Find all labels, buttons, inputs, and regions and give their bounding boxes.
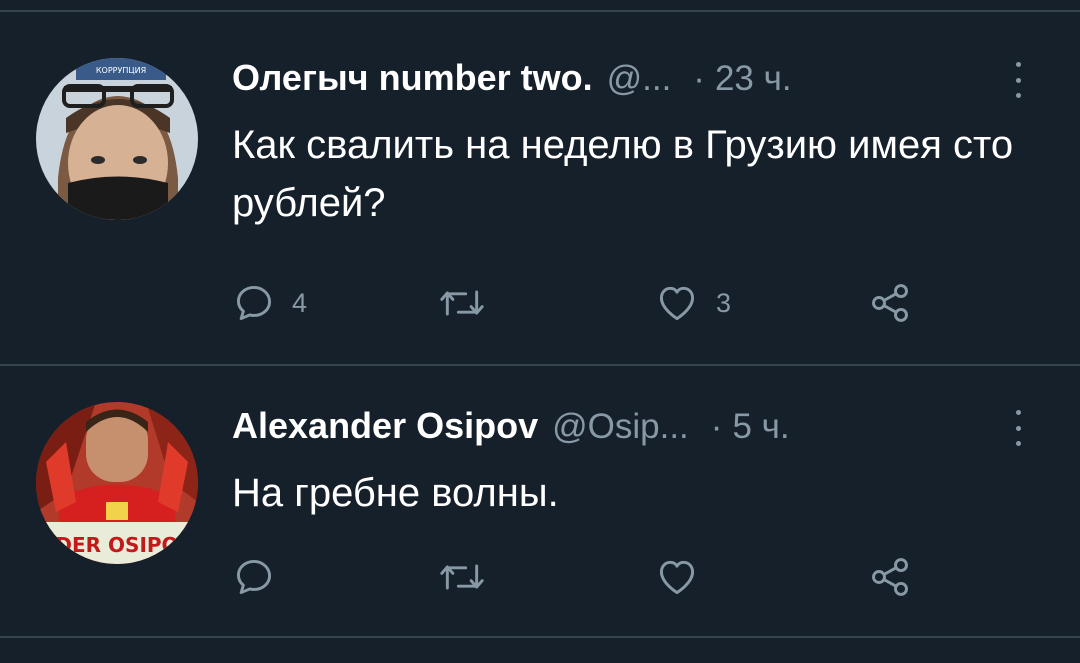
tweet-header: Alexander Osipov @Osip... · 5 ч.: [232, 404, 790, 449]
separator-dot: ·: [693, 59, 705, 98]
tweet-actions: [232, 552, 932, 602]
reply-button[interactable]: 4: [232, 278, 307, 328]
tweet-1[interactable]: КОРРУПЦИЯ Олегыч number two. @... · 23 ч…: [0, 12, 1080, 364]
heart-icon: [659, 560, 695, 595]
tweet-2[interactable]: DER OSIPO Alexander Osipov @Osip... · 5 …: [0, 366, 1080, 636]
reply-count: 4: [292, 287, 308, 318]
share-button[interactable]: [868, 552, 912, 602]
tweet-header: Олегыч number two. @... · 23 ч.: [232, 56, 792, 101]
tweet-time[interactable]: 23 ч.: [715, 57, 792, 101]
share-icon: [872, 284, 908, 322]
heart-icon: [659, 286, 695, 321]
reply-icon: [236, 559, 272, 595]
reply-button[interactable]: [232, 552, 292, 602]
author-handle[interactable]: @...: [607, 57, 672, 101]
more-vertical-icon[interactable]: [1013, 62, 1023, 98]
tweet-time[interactable]: 5 ч.: [732, 405, 789, 449]
avatar-badge-text: КОРРУПЦИЯ: [96, 66, 146, 75]
retweet-icon: [440, 564, 484, 590]
avatar-osipov[interactable]: DER OSIPO: [36, 402, 198, 564]
like-button[interactable]: [654, 552, 716, 602]
retweet-button[interactable]: [438, 552, 502, 602]
tweet-text: Как свалить на неделю в Грузию имея сто …: [232, 123, 1014, 225]
author-handle[interactable]: @Osip...: [552, 405, 689, 449]
share-button[interactable]: [868, 278, 912, 328]
share-icon: [872, 558, 908, 596]
bottom-divider: [0, 636, 1080, 638]
retweet-button[interactable]: [438, 278, 502, 328]
tweet-actions: 4 3: [232, 278, 932, 328]
like-count: 3: [716, 287, 732, 318]
avatar-badge-text: DER OSIPO: [55, 533, 178, 557]
tweet-text: На гребне волны.: [232, 471, 559, 515]
author-name[interactable]: Alexander Osipov: [232, 404, 538, 448]
more-vertical-icon[interactable]: [1013, 410, 1023, 446]
separator-dot: ·: [710, 407, 723, 446]
like-button[interactable]: 3: [654, 278, 731, 328]
author-name[interactable]: Олегыч number two.: [232, 56, 593, 100]
retweet-icon: [440, 290, 484, 316]
avatar-olegych[interactable]: КОРРУПЦИЯ: [36, 58, 198, 220]
reply-icon: [236, 285, 272, 321]
